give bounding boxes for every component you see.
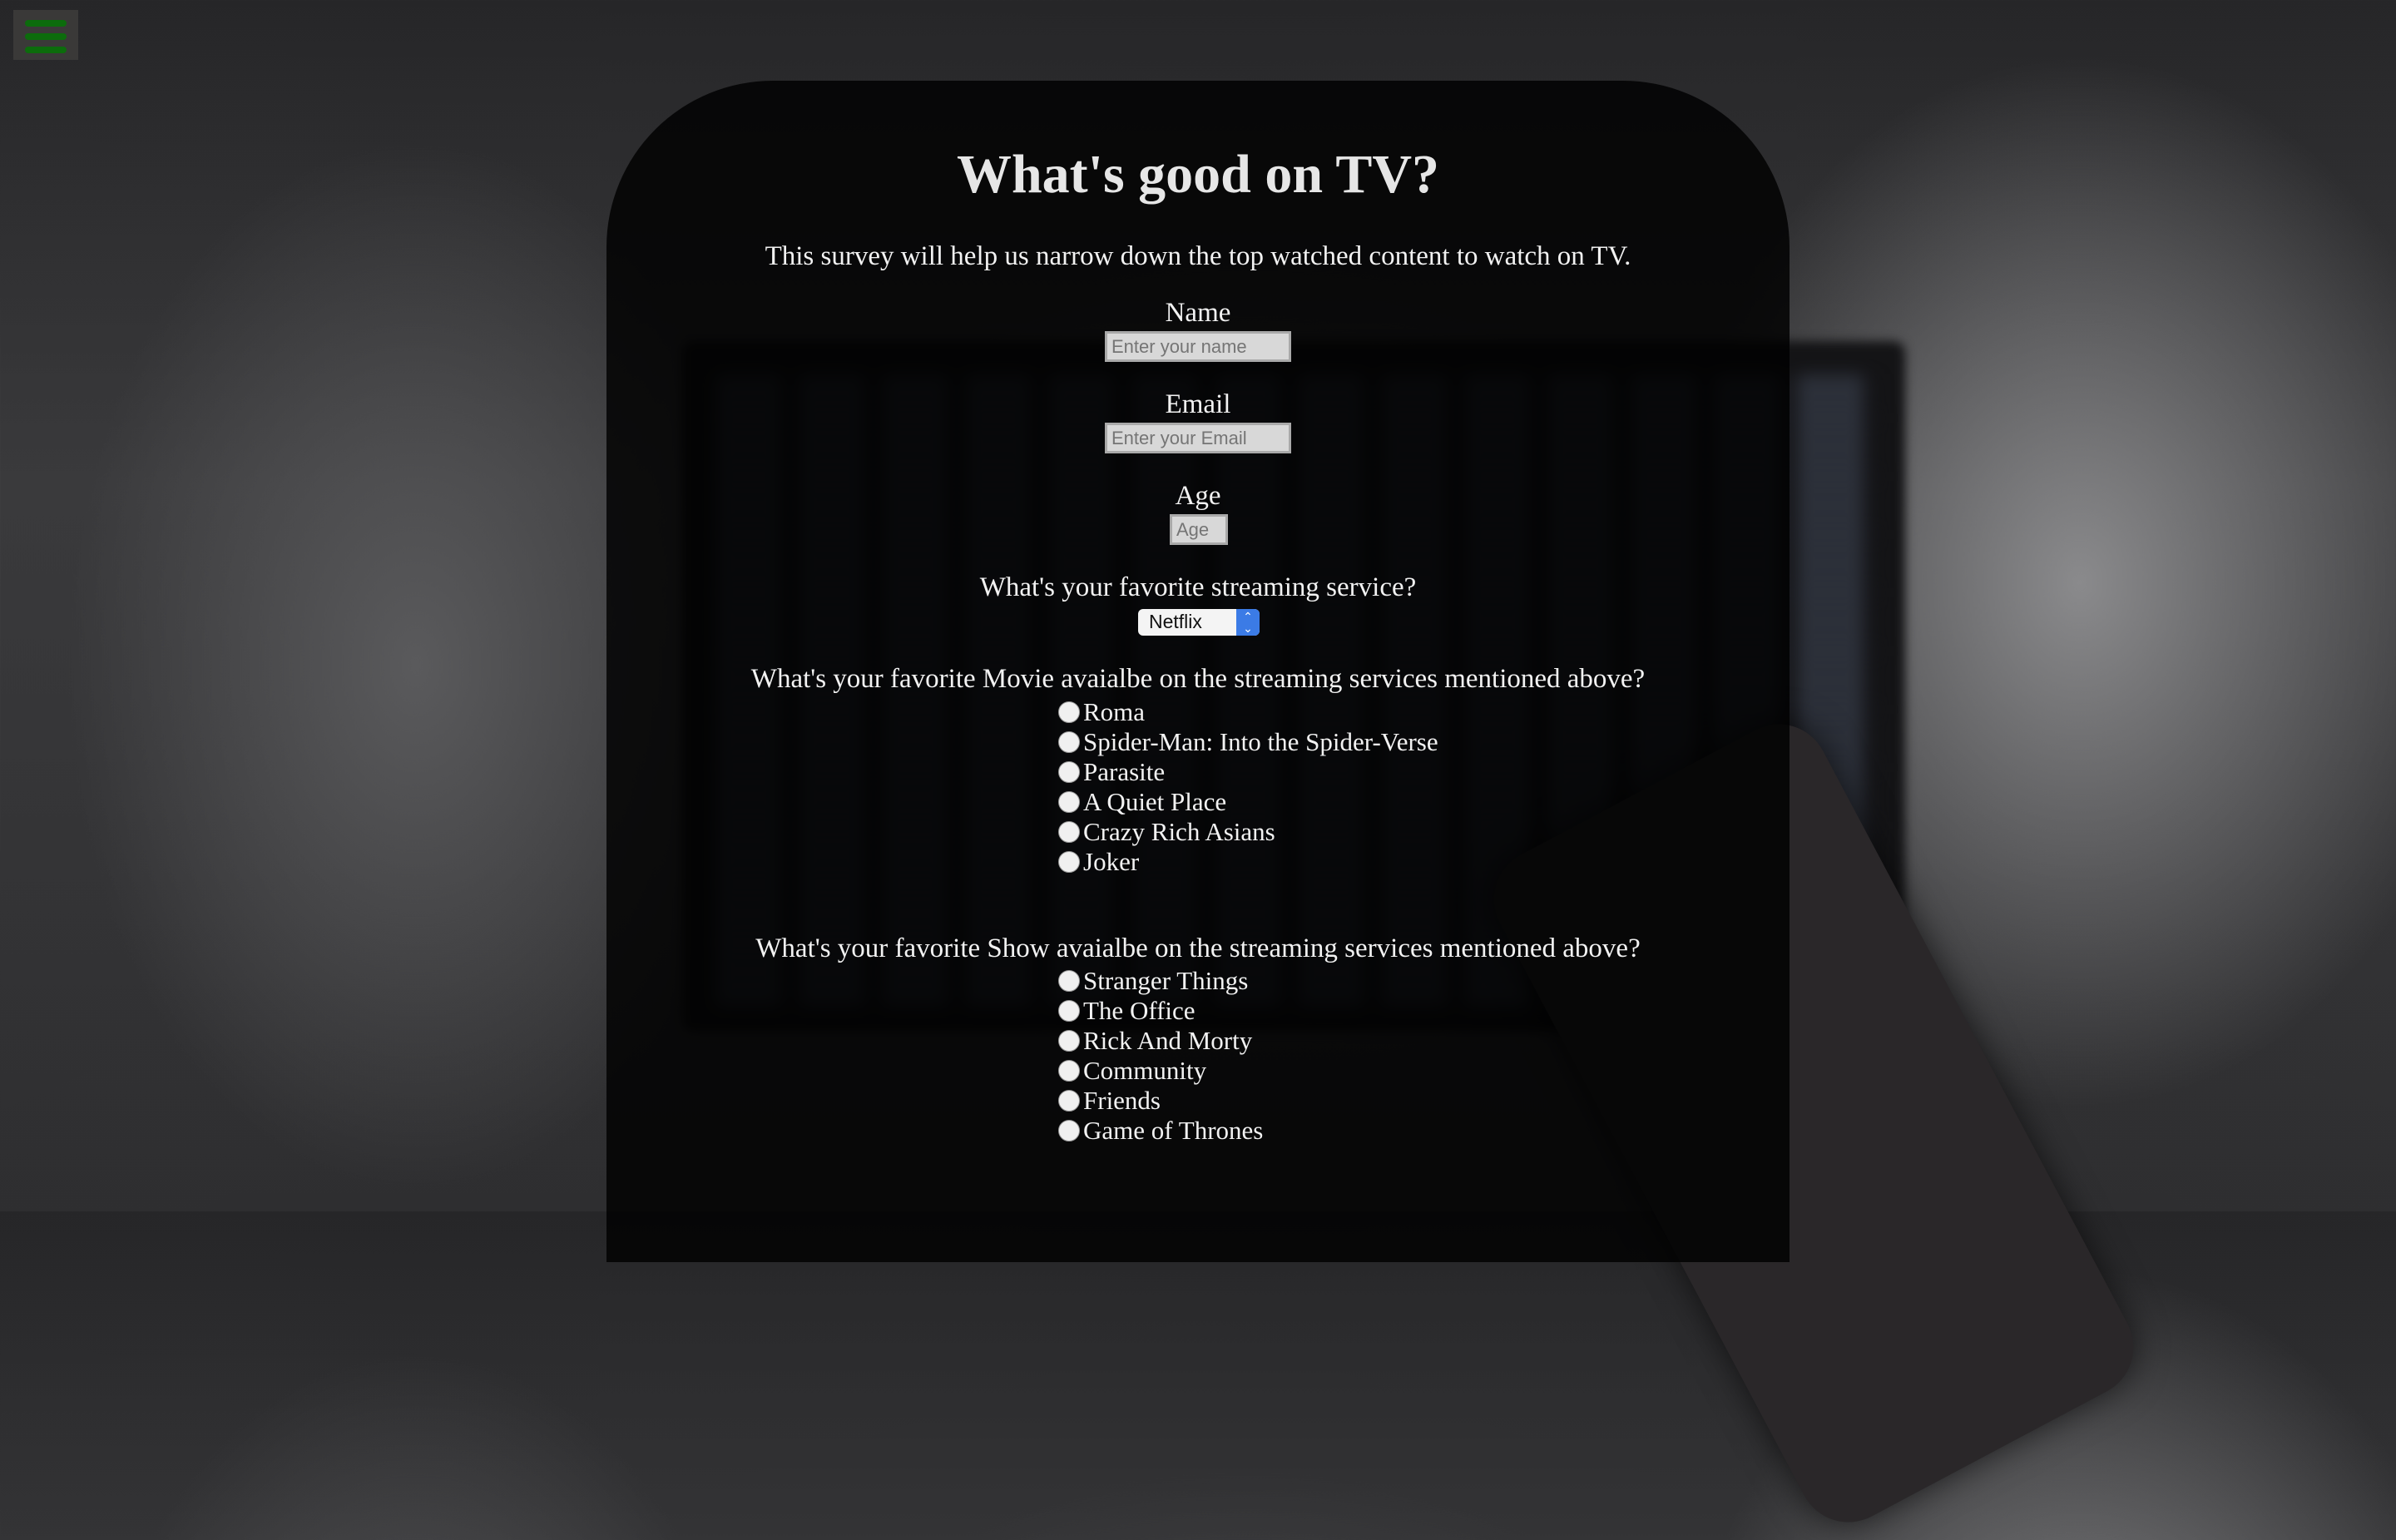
option-label: Stranger Things (1083, 966, 1249, 995)
menu-button[interactable] (13, 10, 78, 60)
show-option[interactable]: Community (1058, 1056, 1206, 1086)
movie-option[interactable]: Joker (1058, 847, 1139, 877)
hamburger-line (25, 47, 67, 53)
show-option[interactable]: Friends (1058, 1086, 1161, 1116)
show-option[interactable]: Rick And Morty (1058, 1026, 1252, 1056)
description: This survey will help us narrow down the… (765, 241, 1631, 271)
option-label: Rick And Morty (1083, 1026, 1253, 1055)
chevron-up-down-icon: ⌃ ⌄ (1236, 609, 1260, 636)
option-label: Game of Thrones (1083, 1116, 1264, 1145)
option-label: Crazy Rich Asians (1083, 817, 1275, 846)
page-title: What's good on TV? (956, 144, 1440, 205)
movie-option[interactable]: Roma (1058, 697, 1145, 727)
radio-button[interactable] (1058, 1120, 1080, 1141)
movie-option[interactable]: A Quiet Place (1058, 787, 1226, 817)
radio-button[interactable] (1058, 1030, 1080, 1052)
streaming-selected: Netflix (1149, 611, 1202, 632)
radio-button[interactable] (1058, 701, 1080, 723)
age-input[interactable] (1170, 514, 1228, 545)
movie-option[interactable]: Crazy Rich Asians (1058, 817, 1275, 847)
option-label: Spider-Man: Into the Spider-Verse (1083, 727, 1438, 756)
streaming-select[interactable]: Netflix ⌃ ⌄ (1138, 609, 1260, 636)
radio-button[interactable] (1058, 1000, 1080, 1022)
movie-option[interactable]: Spider-Man: Into the Spider-Verse (1058, 727, 1438, 757)
hamburger-menu-icon (25, 20, 67, 27)
option-label: A Quiet Place (1083, 787, 1227, 816)
show-option[interactable]: Game of Thrones (1058, 1116, 1263, 1146)
movie-question: What's your favorite Movie avaialbe on t… (750, 664, 1646, 694)
option-label: Friends (1083, 1086, 1161, 1115)
show-question: What's your favorite Show avaialbe on th… (755, 933, 1641, 963)
email-input[interactable] (1105, 423, 1291, 453)
radio-button[interactable] (1058, 731, 1080, 753)
option-label: Joker (1083, 847, 1140, 876)
name-input[interactable] (1105, 331, 1291, 362)
radio-button[interactable] (1058, 791, 1080, 813)
radio-button[interactable] (1058, 970, 1080, 992)
streaming-label: What's your favorite streaming service? (979, 572, 1417, 602)
radio-button[interactable] (1058, 1060, 1080, 1082)
show-option[interactable]: Stranger Things (1058, 966, 1248, 996)
email-label: Email (1165, 389, 1231, 419)
age-label: Age (1175, 481, 1221, 511)
movie-option[interactable]: Parasite (1058, 757, 1165, 787)
radio-button[interactable] (1058, 1090, 1080, 1112)
radio-button[interactable] (1058, 821, 1080, 843)
option-label: Roma (1083, 697, 1146, 726)
hamburger-line (25, 33, 67, 40)
show-option[interactable]: The Office (1058, 996, 1196, 1026)
radio-button[interactable] (1058, 761, 1080, 783)
radio-button[interactable] (1058, 851, 1080, 873)
option-label: Parasite (1083, 757, 1166, 786)
option-label: The Office (1083, 996, 1196, 1025)
name-label: Name (1165, 298, 1231, 328)
option-label: Community (1083, 1056, 1207, 1085)
